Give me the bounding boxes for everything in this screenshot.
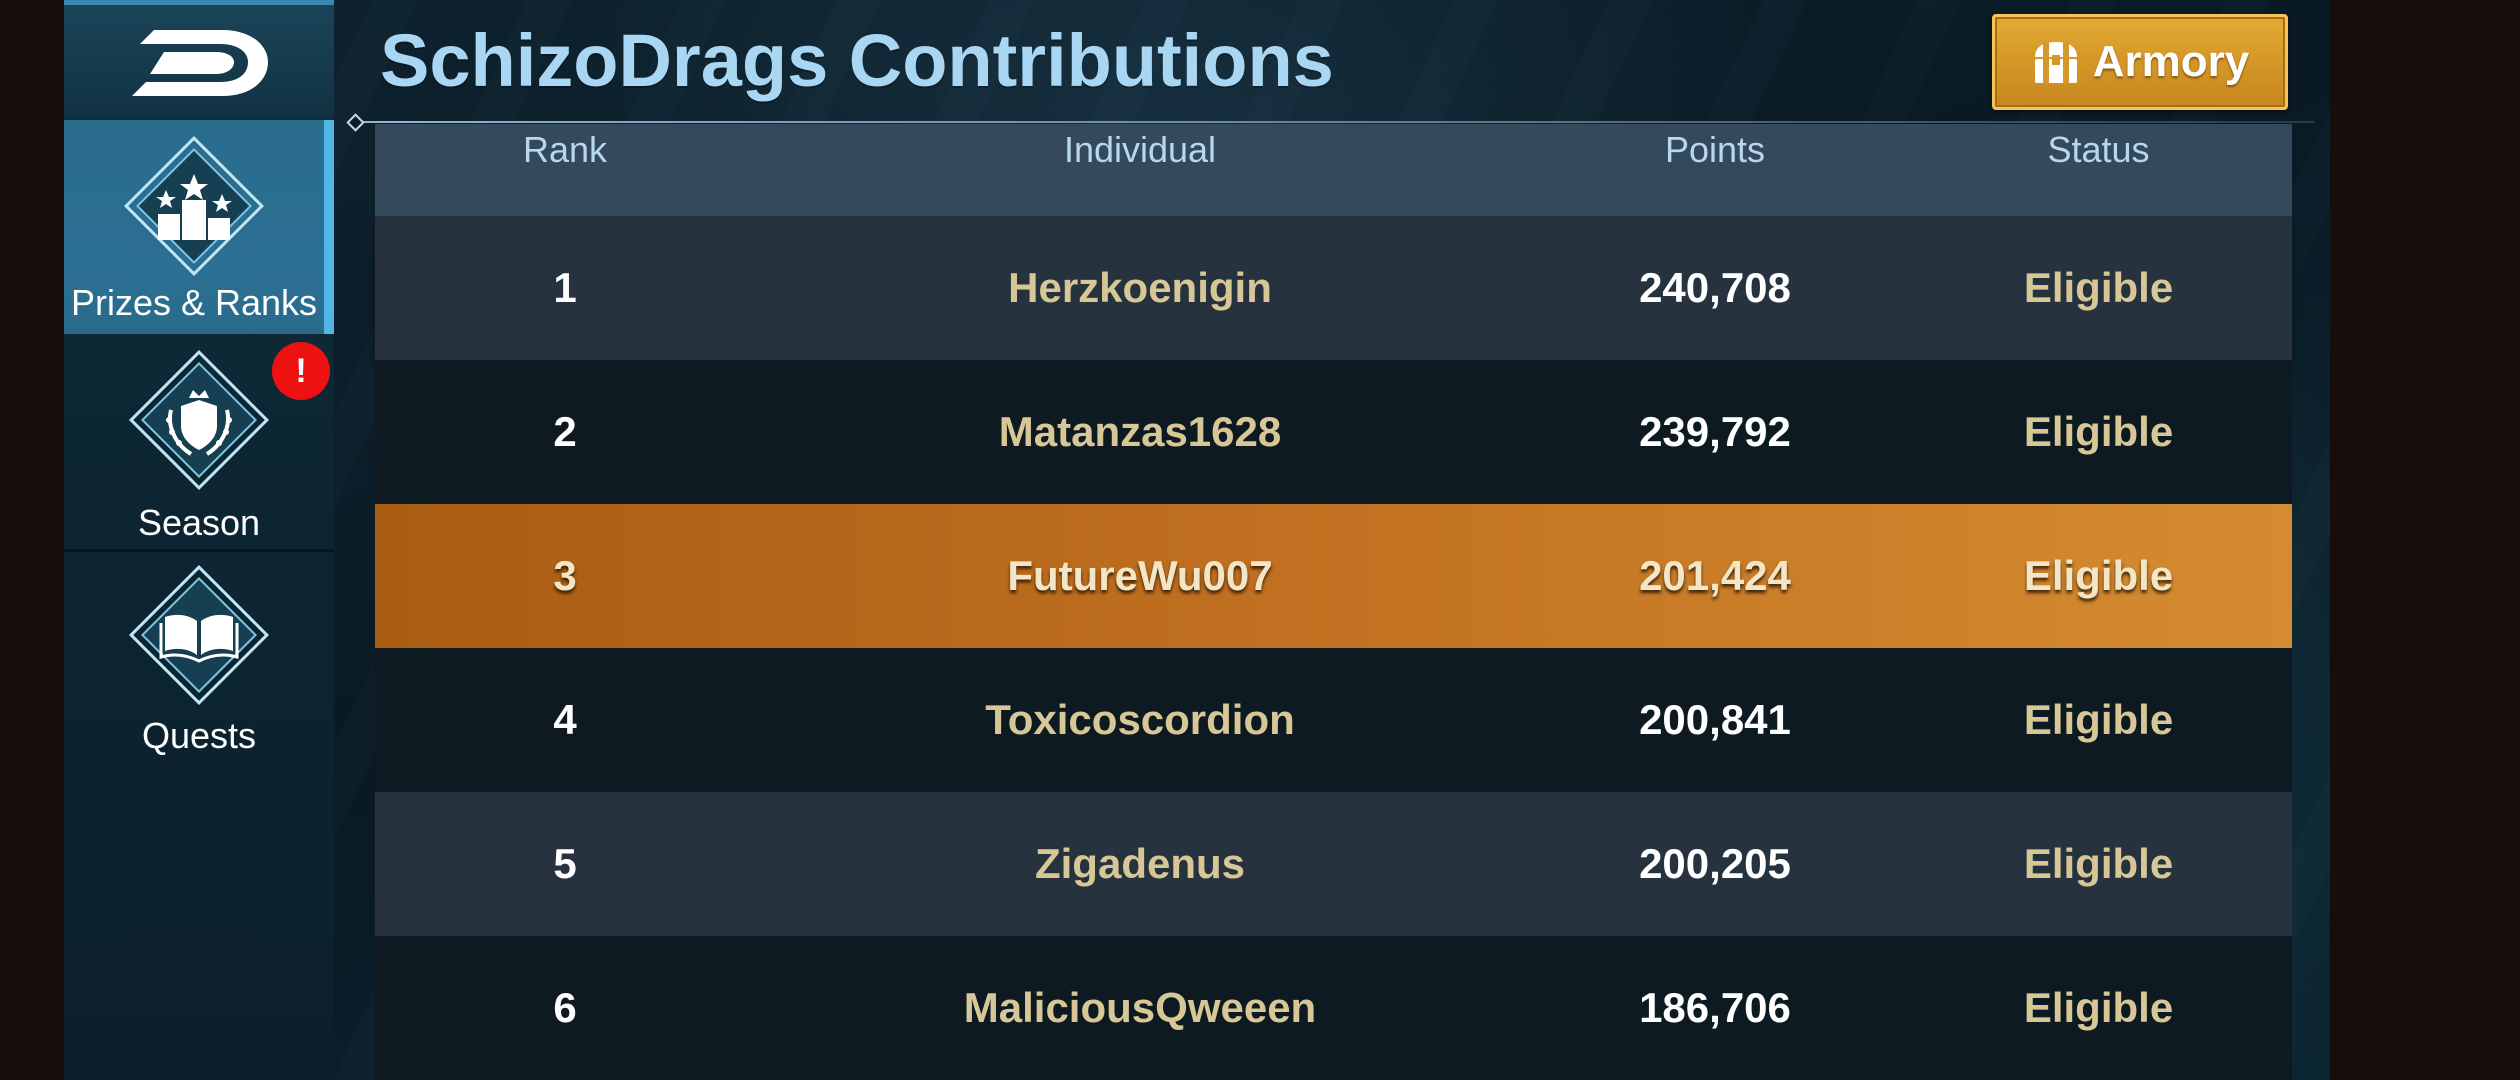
player-name-cell: Zigadenus: [1034, 840, 1246, 887]
column-header-rank: Rank: [522, 129, 608, 170]
points-cell: 201,424: [1639, 552, 1791, 599]
sidebar-item-label: Quests: [141, 715, 257, 756]
sidebar-item-label: Season: [137, 502, 261, 543]
player-name-cell: MaliciousQweeen: [963, 984, 1317, 1031]
player-name-cell: Matanzas1628: [998, 408, 1282, 455]
table-row[interactable]: 5 Zigadenus 200,205 Eligible: [375, 792, 2292, 936]
dragon-d-logo-icon: [132, 29, 268, 96]
column-header-individual: Individual: [1063, 129, 1217, 170]
rank-cell: 2: [553, 408, 577, 455]
table-header: Rank Individual Points Status: [375, 124, 2292, 216]
status-cell: Eligible: [2023, 264, 2174, 311]
title-divider: [354, 121, 2314, 123]
divider-diamond-ornament: [346, 113, 365, 132]
points-cell: 186,706: [1639, 984, 1791, 1031]
table-row-highlighted[interactable]: 3 FutureWu007 201,424 Eligible: [375, 504, 2292, 648]
status-cell: Eligible: [2023, 552, 2174, 599]
points-cell: 200,841: [1639, 696, 1791, 743]
player-name-cell: Toxicoscordion: [985, 696, 1295, 743]
sidebar: Prizes & Ranks Season Quests: [64, 0, 334, 1080]
game-screen: Prizes & Ranks Season Quests ! SchizoDra…: [64, 0, 2330, 1080]
rank-cell: 5: [553, 840, 577, 887]
sidebar-item-quests[interactable]: Quests: [64, 555, 334, 771]
status-cell: Eligible: [2023, 408, 2174, 455]
armory-label: Armory: [2092, 37, 2250, 86]
status-cell: Eligible: [2023, 984, 2174, 1031]
laurel-crest-icon: [128, 349, 270, 491]
sidebar-item-prizes-ranks[interactable]: Prizes & Ranks: [64, 120, 334, 334]
column-header-status: Status: [2047, 129, 2150, 170]
player-name-cell: FutureWu007: [1007, 552, 1273, 599]
table-row[interactable]: 2 Matanzas1628 239,792 Eligible: [375, 360, 2292, 504]
points-cell: 200,205: [1639, 840, 1791, 887]
open-book-icon: [128, 564, 270, 706]
rank-cell: 1: [553, 264, 577, 311]
rank-cell: 6: [553, 984, 577, 1031]
treasure-chest-icon: [2034, 42, 2077, 83]
armory-button[interactable]: Armory: [1992, 14, 2288, 110]
notification-badge: !: [272, 342, 330, 400]
points-cell: 239,792: [1639, 408, 1791, 455]
player-name-cell: Herzkoenigin: [1008, 264, 1272, 311]
column-header-points: Points: [1664, 129, 1766, 170]
status-cell: Eligible: [2023, 696, 2174, 743]
table-row[interactable]: 6 MaliciousQweeen 186,706 Eligible: [375, 936, 2292, 1080]
table-row[interactable]: 4 Toxicoscordion 200,841 Eligible: [375, 648, 2292, 792]
rank-cell: 3: [553, 552, 577, 599]
back-button[interactable]: [64, 0, 334, 118]
page-title: SchizoDrags Contributions: [380, 19, 1334, 102]
sidebar-item-label: Prizes & Ranks: [70, 282, 318, 323]
podium-stars-icon: [123, 135, 265, 277]
table-row[interactable]: 1 Herzkoenigin 240,708 Eligible: [375, 216, 2292, 360]
points-cell: 240,708: [1639, 264, 1791, 311]
rank-cell: 4: [553, 696, 577, 743]
status-cell: Eligible: [2023, 840, 2174, 887]
